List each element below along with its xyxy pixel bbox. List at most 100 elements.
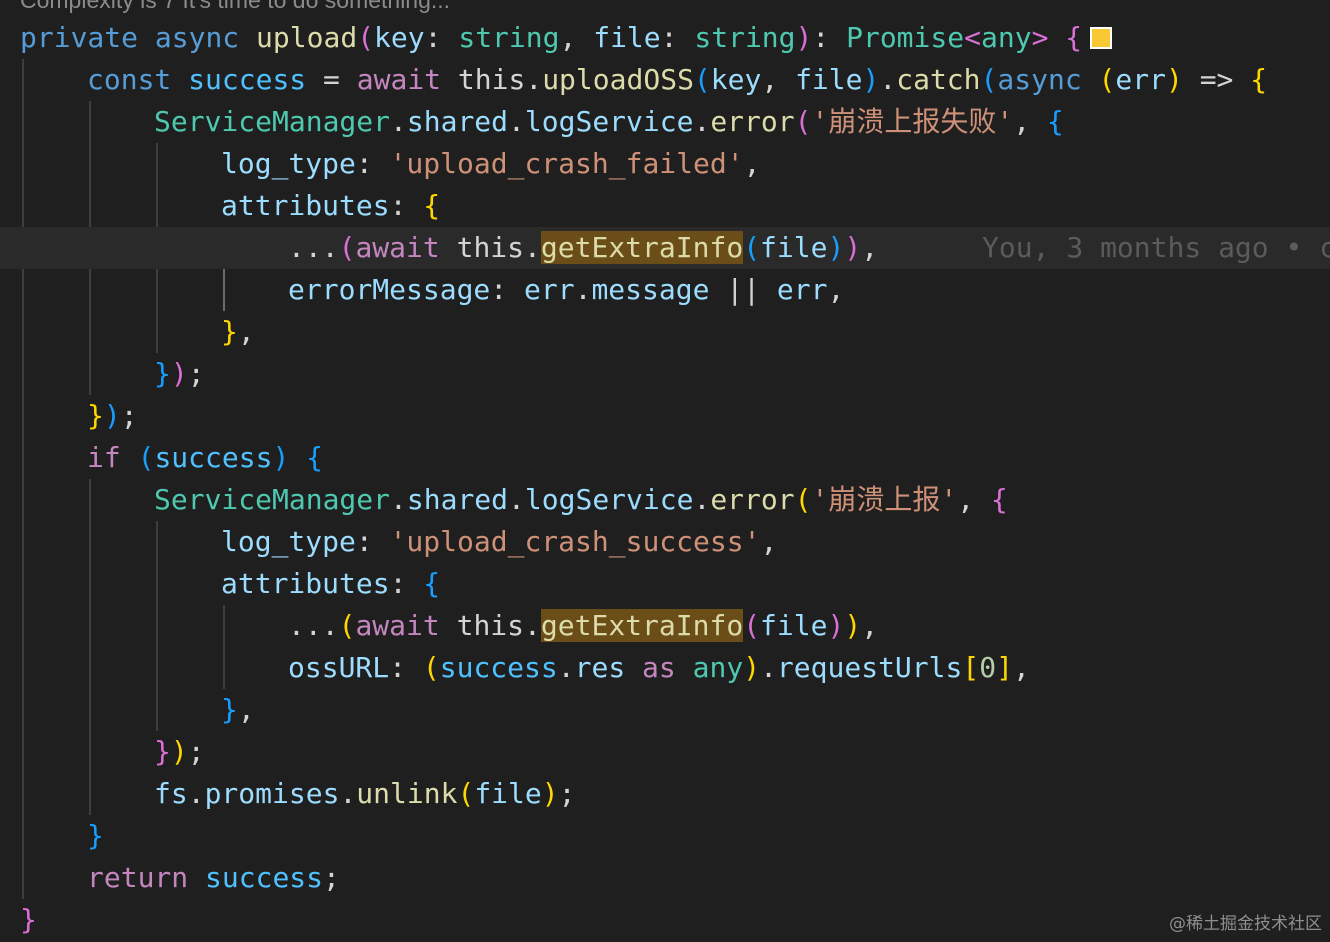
code-line[interactable]: }	[0, 815, 1330, 857]
code-token: ||	[709, 273, 777, 306]
code-token: >	[1031, 21, 1049, 54]
code-token: success	[188, 63, 307, 96]
code-line[interactable]: attributes: {	[0, 563, 1330, 605]
code-token: ossURL	[288, 651, 390, 684]
code-line-text: ServiceManager.shared.logService.error('…	[154, 101, 1064, 143]
code-token: const	[87, 63, 172, 96]
code-editor[interactable]: Complexity is 7 It's time to do somethin…	[0, 0, 1330, 942]
code-token: file	[795, 63, 863, 96]
code-line[interactable]: },	[0, 311, 1330, 353]
code-token: string	[694, 21, 796, 54]
code-line[interactable]: attributes: {	[0, 185, 1330, 227]
code-token: attributes	[221, 189, 390, 222]
code-line[interactable]: errorMessage: err.message || err,	[0, 269, 1330, 311]
code-token: ,	[237, 693, 255, 726]
code-token: :	[355, 525, 390, 558]
code-token: )	[844, 231, 862, 264]
code-token: this	[457, 63, 526, 96]
code-line-text: private async upload(key: string, file: …	[20, 17, 1113, 59]
code-line[interactable]: ServiceManager.shared.logService.error('…	[0, 479, 1330, 521]
code-token: .	[339, 777, 357, 810]
code-token: ,	[1012, 651, 1030, 684]
code-token: error	[710, 105, 795, 138]
code-line[interactable]: });	[0, 731, 1330, 773]
code-token: <	[964, 21, 981, 54]
code-line[interactable]: });	[0, 395, 1330, 437]
code-token: logService	[524, 105, 694, 138]
code-token: ,	[559, 21, 594, 54]
code-line[interactable]: });	[0, 353, 1330, 395]
code-token: =>	[1182, 63, 1251, 96]
code-line[interactable]: log_type: 'upload_crash_failed',	[0, 143, 1330, 185]
code-line[interactable]: const success = await this.uploadOSS(key…	[0, 59, 1330, 101]
code-token: ,	[760, 525, 778, 558]
code-token: )	[827, 609, 845, 642]
code-token: err	[1115, 63, 1166, 96]
code-token: 'upload_crash_failed'	[389, 147, 744, 180]
code-token: success	[154, 441, 273, 474]
code-token: :	[389, 189, 424, 222]
code-line-text: attributes: {	[221, 563, 440, 605]
code-line[interactable]: private async upload(key: string, file: …	[0, 17, 1330, 59]
color-swatch-icon[interactable]	[1090, 27, 1113, 49]
code-token: )	[1165, 63, 1183, 96]
highlighted-token: getExtraInfo	[540, 609, 744, 642]
code-token: .	[557, 651, 575, 684]
code-token: (	[338, 231, 356, 264]
code-line-text: }	[87, 815, 104, 857]
code-line[interactable]: log_type: 'upload_crash_success',	[0, 521, 1330, 563]
code-line-text: },	[221, 689, 255, 731]
code-token: ,	[957, 483, 991, 516]
code-line[interactable]: ossURL: (success.res as any).requestUrls…	[0, 647, 1330, 689]
code-token: ,	[861, 231, 879, 264]
code-token: .	[390, 105, 407, 138]
code-token: ...	[288, 609, 339, 642]
code-token: '崩溃上报'	[811, 483, 958, 516]
code-token: =	[306, 63, 357, 96]
code-token: unlink	[356, 777, 458, 810]
code-line-text: const success = await this.uploadOSS(key…	[87, 59, 1267, 101]
code-line[interactable]: ...(await this.getExtraInfo(file)),	[0, 605, 1330, 647]
code-token: )	[170, 357, 188, 390]
code-token: fs	[154, 777, 188, 810]
code-token: logService	[524, 483, 694, 516]
code-line[interactable]: return success;	[0, 857, 1330, 899]
code-token: }	[221, 693, 238, 726]
code-token: if	[87, 441, 121, 474]
code-token: errorMessage	[288, 273, 491, 306]
highlighted-token: getExtraInfo	[540, 231, 744, 264]
code-token: (	[357, 21, 375, 54]
code-token: ,	[743, 147, 761, 180]
code-line-text: log_type: 'upload_crash_success',	[221, 521, 777, 563]
code-token: {	[423, 189, 441, 222]
code-token: file	[760, 609, 828, 642]
code-line[interactable]: if (success) {	[0, 437, 1330, 479]
code-token: .	[524, 231, 541, 264]
code-token: )	[541, 777, 559, 810]
code-line[interactable]: }	[0, 899, 1330, 941]
code-line[interactable]: },	[0, 689, 1330, 731]
code-line[interactable]: ServiceManager.shared.logService.error('…	[0, 101, 1330, 143]
code-token: uploadOSS	[542, 63, 694, 96]
code-token: async	[154, 21, 240, 54]
code-token: .	[760, 651, 777, 684]
code-line-text: });	[154, 353, 205, 395]
code-token: {	[990, 483, 1008, 516]
code-token: .	[524, 609, 541, 642]
complexity-codelens[interactable]: Complexity is 7 It's time to do somethin…	[20, 0, 450, 14]
code-token: (	[743, 231, 761, 264]
code-line[interactable]: fs.promises.unlink(file);	[0, 773, 1330, 815]
code-line[interactable]: ...(await this.getExtraInfo(file)), You, …	[0, 227, 1330, 269]
code-token: }	[20, 903, 37, 936]
code-token: upload	[256, 21, 358, 54]
code-token: ...	[288, 231, 339, 264]
code-token: promises	[204, 777, 340, 810]
code-token: (	[338, 609, 356, 642]
